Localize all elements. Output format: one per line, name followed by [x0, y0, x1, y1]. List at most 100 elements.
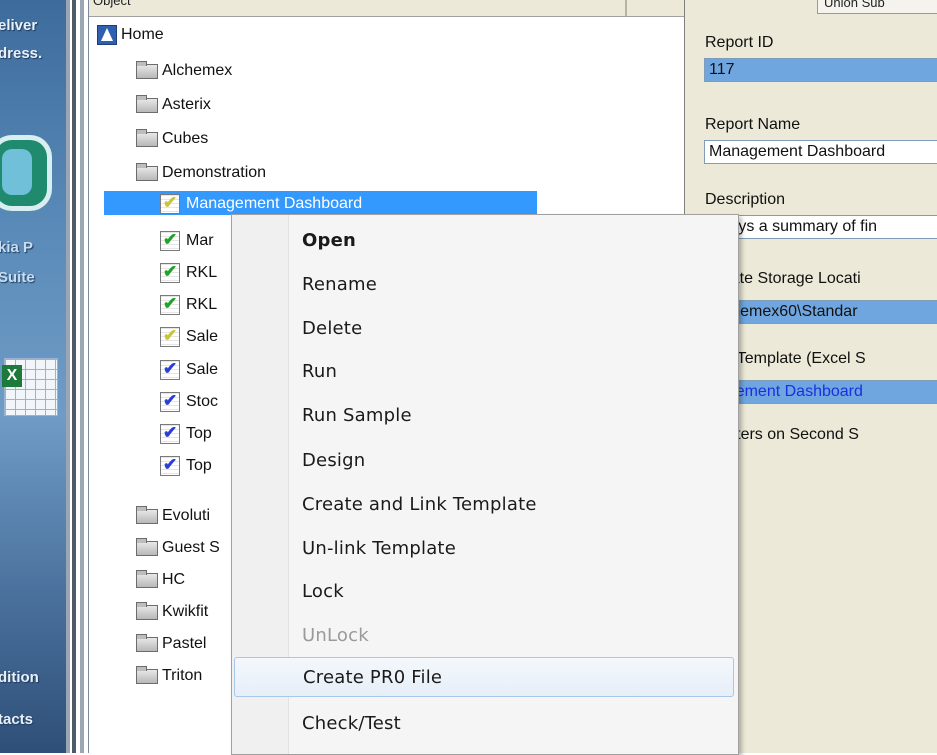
- folder-icon: [136, 505, 158, 524]
- report-green-check-icon: ✔: [160, 230, 180, 251]
- tree-node-label: RKL: [186, 264, 218, 281]
- tree-node-label: RKL: [186, 296, 218, 313]
- excel-sheet-icon[interactable]: X: [2, 358, 58, 416]
- tree-report[interactable]: ✔ Top: [160, 453, 212, 479]
- tree-report[interactable]: ✔ RKL: [160, 292, 217, 318]
- tree-node-label: Triton: [162, 667, 203, 684]
- tree-node-label: Kwikfit: [162, 603, 209, 620]
- window-border: [72, 0, 76, 753]
- menu-item-label: Lock: [302, 580, 344, 602]
- tree-node-label: Pastel: [162, 635, 207, 652]
- detail-tabstrip: Union Sub: [685, 0, 937, 20]
- context-menu: Open Rename Delete Run Run Sample Design…: [231, 214, 739, 755]
- folder-icon: [136, 162, 158, 181]
- tree-header-label: Object: [93, 0, 131, 8]
- desktop-text-snippet: eliver: [0, 17, 38, 34]
- report-name-field[interactable]: Management Dashboard: [704, 140, 937, 164]
- tree-folder[interactable]: Triton: [136, 663, 202, 689]
- tree-node-label: Cubes: [162, 130, 209, 147]
- tab-union-sub[interactable]: Union Sub: [817, 0, 937, 14]
- tree-node-label: Alchemex: [162, 62, 233, 79]
- menu-item-check-test[interactable]: Check/Test: [234, 703, 734, 743]
- tree-node-label: Sale: [186, 361, 219, 378]
- tree-folder[interactable]: HC: [136, 567, 185, 593]
- folder-icon: [136, 94, 158, 113]
- tree-folder[interactable]: Alchemex: [136, 58, 232, 84]
- folder-icon: [136, 537, 158, 556]
- menu-item-label: Un-link Template: [302, 537, 456, 559]
- tree-node-label: Guest S: [162, 539, 220, 556]
- folder-icon: [136, 633, 158, 652]
- tree-node-label: HC: [162, 571, 186, 588]
- tree-folder[interactable]: Kwikfit: [136, 599, 208, 625]
- tree-report[interactable]: ✔ Sale: [160, 357, 218, 383]
- tree-node-label: Stoc: [186, 393, 219, 410]
- tree-node-label: Top: [186, 457, 212, 474]
- menu-item-create-and-link-template[interactable]: Create and Link Template: [234, 484, 734, 524]
- menu-item-label: Run: [302, 360, 338, 382]
- menu-item-label: Rename: [302, 273, 378, 295]
- menu-item-delete[interactable]: Delete: [234, 308, 734, 348]
- menu-item-label: Open: [302, 229, 357, 251]
- report-green-check-icon: ✔: [160, 294, 180, 315]
- report-green-check-icon: ✔: [160, 262, 180, 283]
- window-border: [66, 0, 70, 753]
- menu-item-unlock: UnLock: [234, 615, 734, 655]
- tree-folder[interactable]: Evoluti: [136, 503, 210, 529]
- desktop-text-snippet: dress.: [0, 45, 43, 62]
- menu-item-run[interactable]: Run: [234, 351, 734, 391]
- tree-report[interactable]: ✔ Top: [160, 421, 212, 447]
- tree-column-header[interactable]: Object: [89, 0, 685, 17]
- menu-item-run-sample[interactable]: Run Sample: [234, 395, 734, 435]
- menu-item-lock[interactable]: Lock: [234, 571, 734, 611]
- menu-item-label: Run Sample: [302, 404, 412, 426]
- tree-report[interactable]: ✔ Mar: [160, 228, 214, 254]
- tree-folder[interactable]: Guest S: [136, 535, 220, 561]
- tree-report[interactable]: ✔ Sale: [160, 324, 218, 350]
- menu-item-label: Delete: [302, 317, 363, 339]
- menu-item-label: Check/Test: [302, 712, 401, 734]
- report-yellow-check-icon: ✔: [160, 326, 180, 347]
- menu-item-label: Create and Link Template: [302, 493, 537, 515]
- menu-item-label: UnLock: [302, 624, 369, 646]
- nokia-suite-icon[interactable]: [0, 135, 52, 211]
- desktop-text-snippet: tacts: [0, 711, 34, 728]
- report-yellow-check-icon: ✔: [160, 193, 180, 214]
- menu-item-label: Design: [302, 449, 366, 471]
- menu-item-open[interactable]: Open: [234, 220, 734, 260]
- menu-item-label: Create PR0 File: [303, 666, 443, 688]
- folder-icon: [136, 128, 158, 147]
- tree-node-label: Evoluti: [162, 507, 211, 524]
- menu-item-rename[interactable]: Rename: [234, 264, 734, 304]
- report-name-label: Report Name: [705, 116, 801, 133]
- folder-icon: [136, 60, 158, 79]
- tree-node-label: Top: [186, 425, 212, 442]
- tree-folder[interactable]: Pastel: [136, 631, 206, 657]
- tree-report[interactable]: ✔ Stoc: [160, 389, 218, 415]
- column-divider[interactable]: [625, 0, 627, 16]
- tree-folder[interactable]: Cubes: [136, 126, 208, 152]
- window-border: [80, 0, 84, 753]
- description-label: Description: [705, 191, 786, 208]
- tab-label: Union Sub: [824, 0, 885, 10]
- tree-folder[interactable]: Asterix: [136, 92, 211, 118]
- report-id-label: Report ID: [705, 34, 774, 51]
- tree-node-label: Home: [121, 26, 164, 43]
- tree-report[interactable]: ✔ RKL: [160, 260, 217, 286]
- report-blue-check-icon: ✔: [160, 391, 180, 412]
- menu-item-design[interactable]: Design: [234, 440, 734, 480]
- report-blue-check-icon: ✔: [160, 359, 180, 380]
- report-blue-check-icon: ✔: [160, 455, 180, 476]
- desktop-text-snippet: Suite: [0, 269, 35, 286]
- tree-node-label: Demonstration: [162, 164, 267, 181]
- tree-node-label: Sale: [186, 328, 219, 345]
- tree-node-label: Mar: [186, 232, 214, 249]
- folder-icon: [136, 569, 158, 588]
- tree-folder[interactable]: Demonstration: [136, 160, 266, 186]
- menu-item-unlink-template[interactable]: Un-link Template: [234, 528, 734, 568]
- report-id-field[interactable]: 117: [704, 58, 937, 82]
- tree-node-home[interactable]: Home: [97, 22, 164, 48]
- menu-item-create-pr0-file[interactable]: Create PR0 File: [234, 657, 734, 697]
- folder-icon: [136, 601, 158, 620]
- report-blue-check-icon: ✔: [160, 423, 180, 444]
